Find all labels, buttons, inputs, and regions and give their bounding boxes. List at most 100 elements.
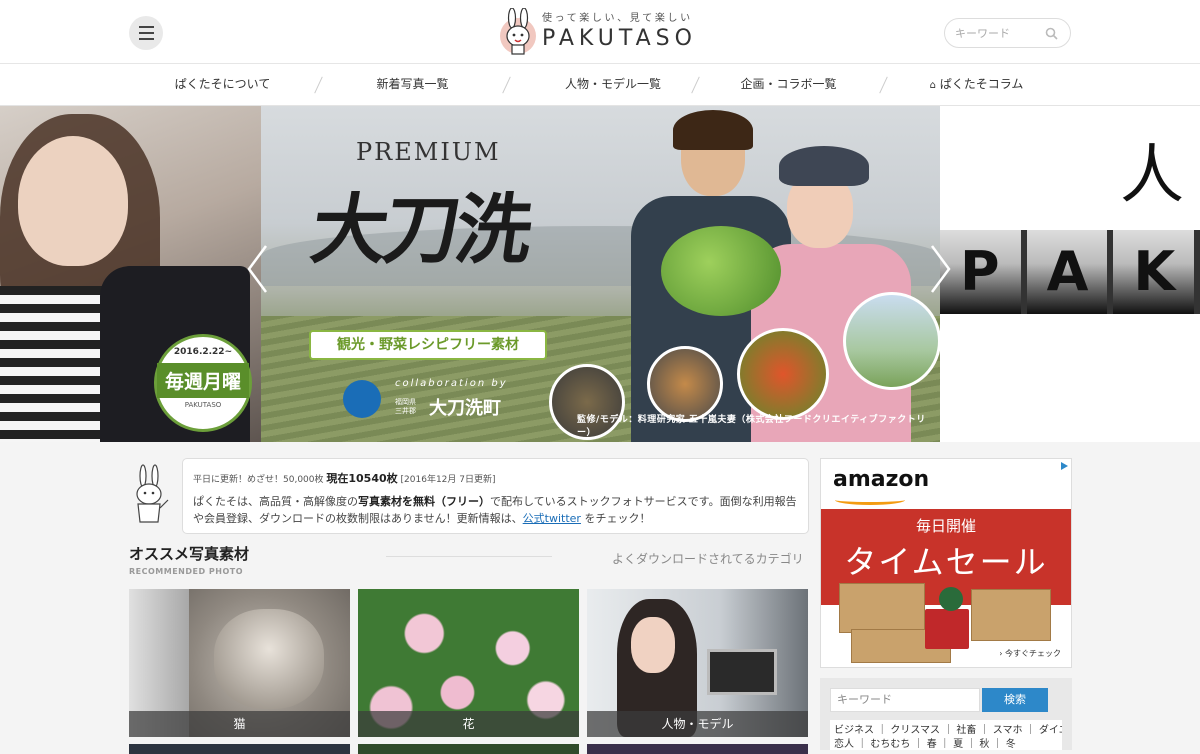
popular-categories-link[interactable]: よくダウンロードされてるカテゴリ — [612, 550, 804, 567]
ad-info-icon[interactable] — [1059, 461, 1069, 471]
tag-line[interactable]: 恋人 ｜ むちむち ｜ 春 ｜ 夏 ｜ 秋 ｜ 冬 — [834, 738, 1058, 750]
hero-slide-previous[interactable]: 2016.2.22~ 毎週月曜 PAKUTASO — [0, 106, 261, 442]
photo-card-flower[interactable]: 花 — [358, 589, 579, 737]
laptop-photo — [707, 649, 777, 695]
photo-card-model[interactable]: 人物・モデル — [587, 589, 808, 737]
landscape-photo — [843, 292, 941, 390]
cat-photo — [214, 609, 324, 709]
photo-card-label: 花 — [358, 711, 579, 737]
slide-lettuce — [661, 226, 781, 316]
notice-prefix: 平日に更新！めざせ！50,000枚 — [193, 475, 324, 485]
logo-wordmark: PAKUTASO — [542, 26, 697, 51]
nav-item-column[interactable]: ⌂ ぱくたそコラム — [904, 64, 1049, 106]
nav-divider — [314, 76, 323, 94]
box-image — [839, 583, 925, 633]
nav-item-collabs[interactable]: 企画・コラボ一覧 — [716, 64, 861, 106]
collab-town: 大刀洗町 — [429, 398, 501, 419]
hero-slide-next[interactable]: 人 P A K — [940, 106, 1200, 442]
amazon-logo: amazon — [833, 467, 930, 492]
dish-photo — [647, 346, 723, 422]
site-header: 使って楽しい、見て楽しい PAKUTASO — [0, 0, 1200, 64]
box-image — [971, 589, 1051, 641]
ad-line2: タイムセール — [844, 543, 1048, 581]
photo-card-label: 猫 — [129, 711, 350, 737]
ad-cta[interactable]: › 今すぐチェック — [999, 648, 1061, 659]
twitter-link[interactable]: 公式twitter — [523, 512, 581, 525]
hero-slide-current[interactable]: PREMIUM 大刀洗 観光・野菜レシピフリー素材 collaboration … — [261, 106, 941, 442]
menu-bar — [138, 38, 154, 40]
search-icon[interactable] — [1045, 27, 1058, 40]
logo-tagline: 使って楽しい、見て楽しい — [542, 13, 693, 24]
sidebar-search-input[interactable]: キーワード — [830, 688, 980, 712]
menu-bar — [138, 32, 154, 34]
section-divider — [386, 556, 552, 557]
letter: P — [960, 240, 1000, 303]
header-search-input[interactable] — [955, 19, 1045, 47]
menu-bar — [138, 26, 154, 28]
badge-date: 2016.2.22~ — [173, 347, 233, 357]
letter: A — [1046, 240, 1089, 303]
nav-divider — [502, 76, 511, 94]
hamburger-menu-button[interactable] — [129, 16, 163, 50]
site-logo[interactable]: 使って楽しい、見て楽しい PAKUTASO — [498, 6, 708, 56]
amazon-smile-icon — [835, 495, 905, 505]
nav-item-new-photos[interactable]: 新着写真一覧 — [340, 64, 485, 106]
ad-line1: 毎日開催 — [915, 517, 976, 535]
letter-panel: A — [1026, 230, 1114, 314]
tag-cloud: ビジネス ｜ クリスマス ｜ 社畜 ｜ スマホ ｜ ダイエット 恋人 ｜ むちむ… — [830, 720, 1062, 750]
global-nav: ぱくたそについて 新着写真一覧 人物・モデル一覧 企画・コラボ一覧 ⌂ ぱくたそ… — [0, 64, 1200, 106]
photo-card-row2[interactable] — [587, 744, 808, 754]
model-face — [631, 617, 675, 673]
tag-line[interactable]: ビジネス ｜ クリスマス ｜ 社畜 ｜ スマホ ｜ ダイエット — [834, 724, 1062, 738]
notice-header: 平日に更新！めざせ！50,000枚 現在10540枚 [2016年12月 7日更… — [193, 470, 496, 486]
rabbit-mascot-icon — [136, 464, 169, 523]
photo-count: 現在10540枚 — [326, 472, 398, 485]
gift-bag-image — [939, 587, 963, 611]
weekly-badge: 2016.2.22~ 毎週月曜 PAKUTASO — [154, 334, 252, 432]
site-notice: 平日に更新！めざせ！50,000枚 現在10540枚 [2016年12月 7日更… — [182, 458, 809, 534]
man-hair — [673, 110, 753, 150]
carousel-next-arrow-icon[interactable] — [930, 244, 952, 294]
photo-card-cat[interactable]: 猫 — [129, 589, 350, 737]
recommended-title: オススメ写真素材 — [129, 545, 250, 563]
letter-panel: P — [940, 230, 1027, 314]
slide-credit: 監修/モデル：料理研究家 五十嵐夫妻（株式会社フードクリエイティブファクトリー） — [577, 415, 926, 438]
sidebar-search-box: キーワード 検索 ビジネス ｜ クリスマス ｜ 社畜 ｜ スマホ ｜ ダイエット… — [820, 678, 1072, 750]
hero-carousel: 2016.2.22~ 毎週月曜 PAKUTASO PREMIUM 大刀洗 観光・… — [0, 106, 1200, 442]
nav-divider — [879, 76, 888, 94]
recommended-subtitle: RECOMMENDED PHOTO — [129, 567, 244, 576]
notice-text: をチェック！ — [584, 512, 651, 525]
amazon-ad-banner[interactable]: amazon 毎日開催 タイムセール › 今すぐチェック — [820, 458, 1072, 668]
photo-card-row2[interactable] — [129, 744, 350, 754]
slide-premium-label: PREMIUM — [356, 138, 501, 166]
notice-body: ぱくたそは、高品質・高解像度の写真素材を無料（フリー）で配布しているストックフォ… — [193, 493, 801, 527]
next-slide-kanji: 人 — [1120, 139, 1184, 213]
collab-pref: 福岡県 三井郡 — [395, 398, 416, 415]
photo-card-label: 人物・モデル — [587, 711, 808, 737]
letter-panel: K — [1113, 230, 1200, 314]
sidebar-search-button[interactable]: 検索 — [982, 688, 1048, 712]
rabbit-mascot-icon — [500, 8, 536, 55]
town-emblem-icon — [343, 380, 381, 418]
slide-photo-face — [18, 136, 128, 266]
notice-emphasis: 写真素材を無料（フリー） — [358, 495, 490, 508]
slide-title: 大刀洗 — [305, 185, 535, 274]
nav-item-column-label: ぱくたそコラム — [939, 77, 1024, 91]
update-date: [2016年12月 7日更新] — [400, 475, 496, 485]
letter: K — [1133, 240, 1176, 303]
photo-card-row2[interactable] — [358, 744, 579, 754]
carousel-prev-arrow-icon[interactable] — [246, 244, 268, 294]
badge-main: 毎週月曜 — [157, 363, 249, 398]
woman-hat — [779, 146, 869, 186]
gift-image — [925, 609, 969, 649]
notice-text: ぱくたそは、高品質・高解像度の — [193, 495, 358, 508]
badge-sub: PAKUTASO — [184, 401, 222, 409]
next-slide-letters: P A K — [940, 230, 1200, 314]
nav-item-models[interactable]: 人物・モデル一覧 — [528, 64, 698, 106]
home-icon: ⌂ — [929, 80, 936, 91]
slide-ribbon: 観光・野菜レシピフリー素材 — [309, 330, 547, 360]
collab-label: collaboration by — [395, 378, 508, 389]
collab-block: collaboration by 福岡県 三井郡 大刀洗町 — [343, 374, 543, 424]
header-search — [944, 18, 1071, 48]
nav-item-about[interactable]: ぱくたそについて — [150, 64, 295, 106]
